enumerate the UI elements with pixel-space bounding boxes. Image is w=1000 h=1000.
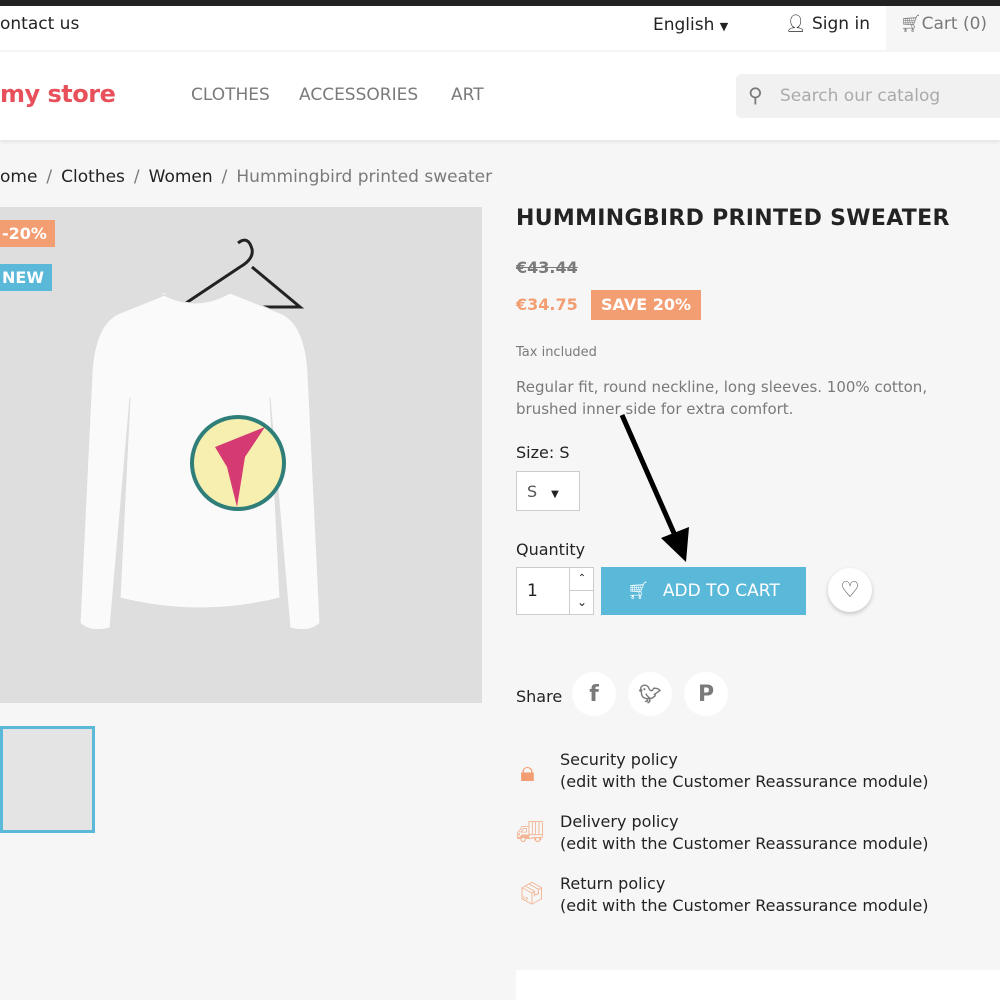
add-to-cart-button[interactable]: 🛒︎ ADD TO CART	[601, 567, 806, 615]
policy-title: Return policy	[560, 874, 666, 893]
delivery-policy: Delivery policy (edit with the Customer R…	[560, 811, 929, 855]
size-label: Size: S	[516, 443, 570, 462]
menu-accessories[interactable]: ACCESSORIES	[299, 85, 418, 105]
policy-note: (edit with the Customer Reassurance modu…	[560, 896, 929, 915]
tax-label: Tax included	[516, 345, 597, 360]
language-label: English	[653, 15, 715, 35]
sign-in-label: Sign in	[812, 14, 870, 34]
cart-icon: 🛒︎	[627, 581, 649, 601]
quantity-input[interactable]: 1	[527, 581, 538, 601]
decrement-button[interactable]: ⌄	[569, 591, 594, 614]
thumbnail[interactable]	[0, 726, 95, 833]
product-image[interactable]	[0, 207, 482, 703]
user-icon: 👤︎	[785, 14, 807, 34]
size-value: S	[527, 482, 538, 501]
price: €34.75	[516, 295, 578, 314]
sweater-image	[79, 238, 321, 631]
facebook-icon: f	[589, 681, 599, 707]
crumb-women[interactable]: Women	[149, 167, 213, 187]
logo[interactable]: my store	[0, 80, 116, 108]
truck-icon: 🚚︎	[516, 820, 544, 845]
old-price: €43.44	[516, 258, 578, 277]
crumb-home[interactable]: ome	[0, 167, 37, 187]
crumb-clothes[interactable]: Clothes	[61, 167, 125, 187]
return-policy: Return policy (edit with the Customer Rea…	[560, 873, 929, 917]
cart-link[interactable]: 🛒︎Cart (0)	[886, 6, 1000, 50]
size-select[interactable]: S ▼	[516, 471, 580, 511]
cart-label: Cart (0)	[921, 14, 988, 34]
cart-icon: 🛒︎	[900, 14, 922, 34]
pinterest-icon: P	[697, 681, 715, 707]
caret-down-icon: ▼	[551, 489, 559, 500]
add-to-cart-label: ADD TO CART	[662, 581, 780, 601]
policy-note: (edit with the Customer Reassurance modu…	[560, 834, 929, 853]
product-description: Regular fit, round neckline, long sleeve…	[516, 378, 928, 418]
product-title: HUMMINGBIRD PRINTED SWEATER	[516, 206, 950, 231]
search-input[interactable]: Search our catalog	[780, 86, 940, 106]
language-selector[interactable]: English ▼	[653, 15, 728, 35]
wishlist-button[interactable]: ♡	[828, 568, 872, 612]
twitter-icon: 🐦︎	[638, 683, 662, 705]
facebook-share-button[interactable]: f	[572, 672, 616, 716]
pinterest-share-button[interactable]: P	[684, 672, 728, 716]
contact-link[interactable]: ontact us	[0, 14, 79, 34]
quantity-stepper[interactable]: 1 ⌃ ⌄	[516, 567, 594, 615]
search-box[interactable]: ⚲ Search our catalog	[736, 74, 1000, 118]
tabs-panel	[516, 970, 1000, 1000]
hand-box-icon: 📦︎	[518, 882, 546, 907]
new-badge: NEW	[0, 264, 52, 291]
crumb-current: Hummingbird printed sweater	[236, 167, 493, 187]
lock-icon: 🔒︎	[520, 755, 535, 788]
share-label: Share	[516, 687, 563, 706]
save-badge: SAVE 20%	[591, 290, 701, 320]
policy-note: (edit with the Customer Reassurance modu…	[560, 772, 929, 791]
heart-icon: ♡	[840, 577, 860, 603]
security-policy: Security policy (edit with the Customer R…	[560, 749, 929, 793]
twitter-share-button[interactable]: 🐦︎	[628, 672, 672, 716]
sign-in-link[interactable]: 👤︎ Sign in	[785, 14, 870, 34]
top-nav: ontact us English ▼ 👤︎ Sign in 🛒︎Cart (0…	[0, 6, 1000, 50]
menu-art[interactable]: ART	[451, 85, 484, 105]
breadcrumb: ome / Clothes / Women / Hummingbird printed sw…	[0, 167, 493, 187]
search-icon: ⚲	[748, 83, 763, 107]
menu-clothes[interactable]: CLOTHES	[191, 85, 270, 105]
increment-button[interactable]: ⌃	[569, 568, 594, 591]
caret-down-icon: ▼	[719, 20, 729, 33]
policy-title: Security policy	[560, 750, 678, 769]
policy-title: Delivery policy	[560, 812, 679, 831]
discount-badge: -20%	[0, 220, 55, 247]
quantity-label: Quantity	[516, 540, 586, 559]
